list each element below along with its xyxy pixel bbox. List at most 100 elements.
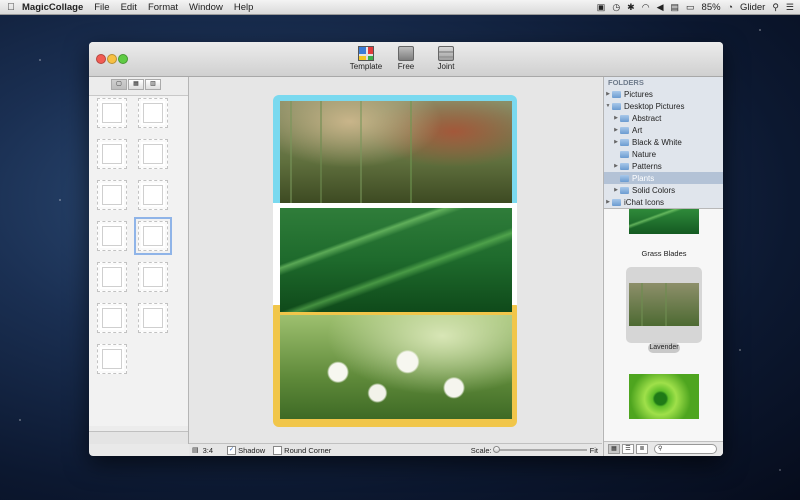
template-thumbnail[interactable]: [97, 262, 127, 292]
free-label: Free: [397, 62, 415, 71]
template-button[interactable]: Template: [346, 46, 386, 71]
scale-slider[interactable]: [492, 446, 587, 453]
search-field[interactable]: ⚲: [654, 444, 717, 454]
template-thumbnail[interactable]: [138, 303, 168, 333]
template-thumbnail[interactable]: [138, 139, 168, 169]
clock-icon[interactable]: ◔: [728, 2, 733, 12]
disclosure-open-icon[interactable]: ▼: [604, 103, 612, 109]
battery-icon[interactable]: ▭: [686, 2, 695, 13]
free-icon: [398, 46, 414, 61]
folder-abstract[interactable]: ▶ Abstract: [604, 112, 723, 124]
notification-icon[interactable]: ☰: [786, 2, 794, 13]
folder-icon: [620, 126, 629, 134]
disclosure-closed-icon[interactable]: ▶: [612, 127, 620, 133]
spotlight-icon[interactable]: ⚲: [772, 2, 779, 13]
menu-file[interactable]: File: [94, 2, 109, 13]
minimize-button[interactable]: [107, 54, 117, 64]
photo-green-leaves[interactable]: [280, 208, 512, 312]
menu-extra-icon[interactable]: ▣: [597, 2, 606, 13]
shadow-option[interactable]: ✓ Shadow: [227, 445, 266, 455]
template-thumbnail-selected[interactable]: [134, 217, 172, 255]
joint-button[interactable]: Joint: [426, 46, 466, 71]
folder-plants[interactable]: Plants: [604, 172, 723, 184]
template-thumbnail[interactable]: [97, 344, 127, 374]
template-thumbnail[interactable]: [138, 180, 168, 210]
menu-help[interactable]: Help: [234, 2, 254, 13]
round-corner-checkbox[interactable]: [273, 445, 283, 455]
thumbnail-label-grass-blades: Grass Blades: [641, 249, 687, 258]
photo-thumbnail-grass-blades[interactable]: [629, 209, 699, 234]
aspect-ratio-icon[interactable]: ▤: [192, 446, 199, 454]
disclosure-closed-icon[interactable]: ▶: [612, 187, 620, 193]
collage-canvas: [189, 77, 602, 444]
disclosure-closed-icon[interactable]: ▶: [612, 163, 620, 169]
photo-templates-tab[interactable]: ▦: [128, 79, 144, 90]
folder-icon: [620, 174, 629, 182]
wifi-icon[interactable]: ◠: [642, 2, 650, 13]
time-machine-icon[interactable]: ◷: [612, 2, 620, 13]
apple-menu-icon[interactable]: : [0, 2, 22, 13]
menu-format[interactable]: Format: [148, 2, 178, 13]
photo-thumbnail-green-spiral[interactable]: [629, 374, 699, 419]
disclosure-closed-icon[interactable]: ▶: [604, 199, 612, 205]
menu-window[interactable]: Window: [189, 2, 223, 13]
template-thumbnail[interactable]: [97, 221, 127, 251]
thumbnail-label-lavender: Lavender: [648, 343, 680, 353]
template-icon: [358, 46, 374, 61]
folder-icon: [612, 198, 621, 206]
photo-browser-footer: ▦ ☰ ≣ ⚲: [604, 441, 723, 456]
photo-daisies[interactable]: [280, 315, 512, 419]
folder-patterns[interactable]: ▶ Patterns: [604, 160, 723, 172]
shadow-label: Shadow: [238, 445, 266, 455]
photo-browser: FOLDERS ▶ Pictures ▼ Desktop Pictures ▶ Abs…: [603, 77, 723, 456]
shadow-checkbox[interactable]: ✓: [227, 445, 237, 455]
photo-thumbnail-lavender[interactable]: [629, 283, 699, 326]
detail-view-button[interactable]: ≣: [636, 444, 648, 454]
template-thumbnail[interactable]: [97, 303, 127, 333]
photo-thumbnails: Grass Blades Lavender: [604, 209, 723, 441]
collage: [273, 95, 517, 427]
disclosure-closed-icon[interactable]: ▶: [604, 91, 612, 97]
template-sidebar: ▢ ▦ ▥: [89, 77, 189, 444]
user-name[interactable]: Glider: [740, 2, 765, 13]
menu-app-name[interactable]: MagicCollage: [22, 2, 83, 13]
folder-desktop-pictures[interactable]: ▼ Desktop Pictures: [604, 100, 723, 112]
folder-icon: [620, 114, 629, 122]
template-sidebar-footer: [89, 431, 188, 444]
scale-slider-knob[interactable]: [492, 446, 500, 453]
folder-art[interactable]: ▶ Art: [604, 124, 723, 136]
round-corner-option[interactable]: Round Corner: [273, 445, 332, 455]
main-window: Template Free Joint ▢ ▦ ▥ ▤ 3:4 ✓ Shadow…: [89, 42, 723, 456]
zoom-button[interactable]: [118, 54, 128, 64]
aspect-ratio-label[interactable]: 3:4: [203, 446, 213, 455]
icon-view-button[interactable]: ▦: [608, 444, 620, 454]
menu-edit[interactable]: Edit: [121, 2, 137, 13]
folder-icon: [620, 186, 629, 194]
canvas-status-bar: ▤ 3:4 ✓ Shadow Round Corner Scale: Fit: [189, 443, 602, 456]
template-thumbnail[interactable]: [97, 180, 127, 210]
folder-icon: [612, 90, 621, 98]
frame-templates-tab[interactable]: ▥: [145, 79, 161, 90]
disclosure-closed-icon[interactable]: ▶: [612, 115, 620, 121]
template-type-segmented: ▢ ▦ ▥: [111, 79, 162, 90]
template-thumbnail[interactable]: [97, 139, 127, 169]
bluetooth-icon[interactable]: ✱: [627, 2, 635, 13]
folder-nature[interactable]: Nature: [604, 148, 723, 160]
folder-pictures[interactable]: ▶ Pictures: [604, 88, 723, 100]
list-view-button[interactable]: ☰: [622, 444, 634, 454]
folder-black-white[interactable]: ▶ Black & White: [604, 136, 723, 148]
template-thumbnail[interactable]: [138, 262, 168, 292]
disclosure-closed-icon[interactable]: ▶: [612, 139, 620, 145]
round-corner-label: Round Corner: [284, 445, 332, 455]
layout-templates-tab[interactable]: ▢: [111, 79, 127, 90]
flag-icon[interactable]: ▤: [671, 2, 680, 13]
template-thumbnail[interactable]: [138, 98, 168, 128]
volume-icon[interactable]: ◀: [657, 2, 664, 13]
close-button[interactable]: [96, 54, 106, 64]
joint-icon: [438, 46, 454, 61]
photo-grass-blades[interactable]: [280, 101, 512, 203]
template-thumbnail[interactable]: [97, 98, 127, 128]
free-button[interactable]: Free: [386, 46, 426, 71]
folder-solid-colors[interactable]: ▶ Solid Colors: [604, 184, 723, 196]
folder-ichat-icons[interactable]: ▶ iChat Icons: [604, 196, 723, 208]
